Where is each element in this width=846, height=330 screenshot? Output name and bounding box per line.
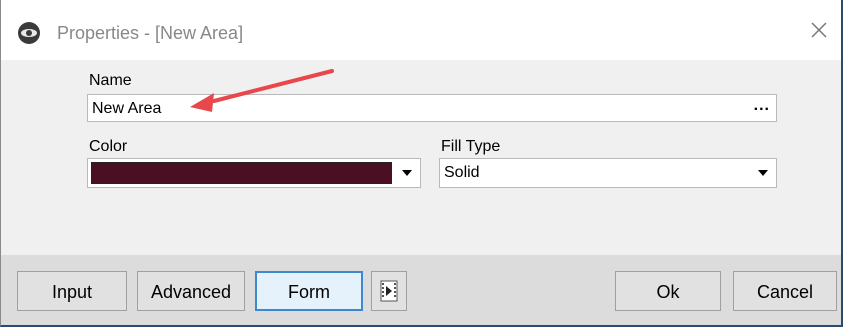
chevron-down-icon[interactable] <box>758 170 768 176</box>
name-value: New Area <box>92 100 162 117</box>
color-label: Color <box>89 138 128 155</box>
media-button[interactable] <box>371 271 407 311</box>
name-label: Name <box>89 72 132 89</box>
color-dropdown[interactable] <box>87 158 421 188</box>
properties-dialog: Properties - [New Area] Name New Area ..… <box>0 0 843 327</box>
chevron-down-icon[interactable] <box>402 170 412 176</box>
fill-type-label: Fill Type <box>441 138 501 155</box>
media-play-icon <box>380 280 398 302</box>
fill-type-value: Solid <box>444 164 480 181</box>
button-bar: Input Advanced Form Ok Cancel <box>1 255 841 325</box>
window-title: Properties - [New Area] <box>57 23 244 43</box>
title-bar: Properties - [New Area] <box>1 0 841 60</box>
advanced-button[interactable]: Advanced <box>137 271 245 311</box>
input-button[interactable]: Input <box>17 271 127 311</box>
app-logo-icon <box>18 22 40 44</box>
fill-type-select[interactable]: Solid <box>439 158 777 188</box>
form-button[interactable]: Form <box>255 271 363 311</box>
ok-button[interactable]: Ok <box>615 271 721 311</box>
cancel-button[interactable]: Cancel <box>733 271 837 311</box>
close-icon[interactable] <box>805 16 833 44</box>
form-area: Name New Area ... Color Fill Type Solid <box>1 60 841 255</box>
name-browse-button[interactable]: ... <box>754 96 770 116</box>
name-field[interactable]: New Area ... <box>87 94 777 122</box>
color-swatch <box>91 162 392 184</box>
